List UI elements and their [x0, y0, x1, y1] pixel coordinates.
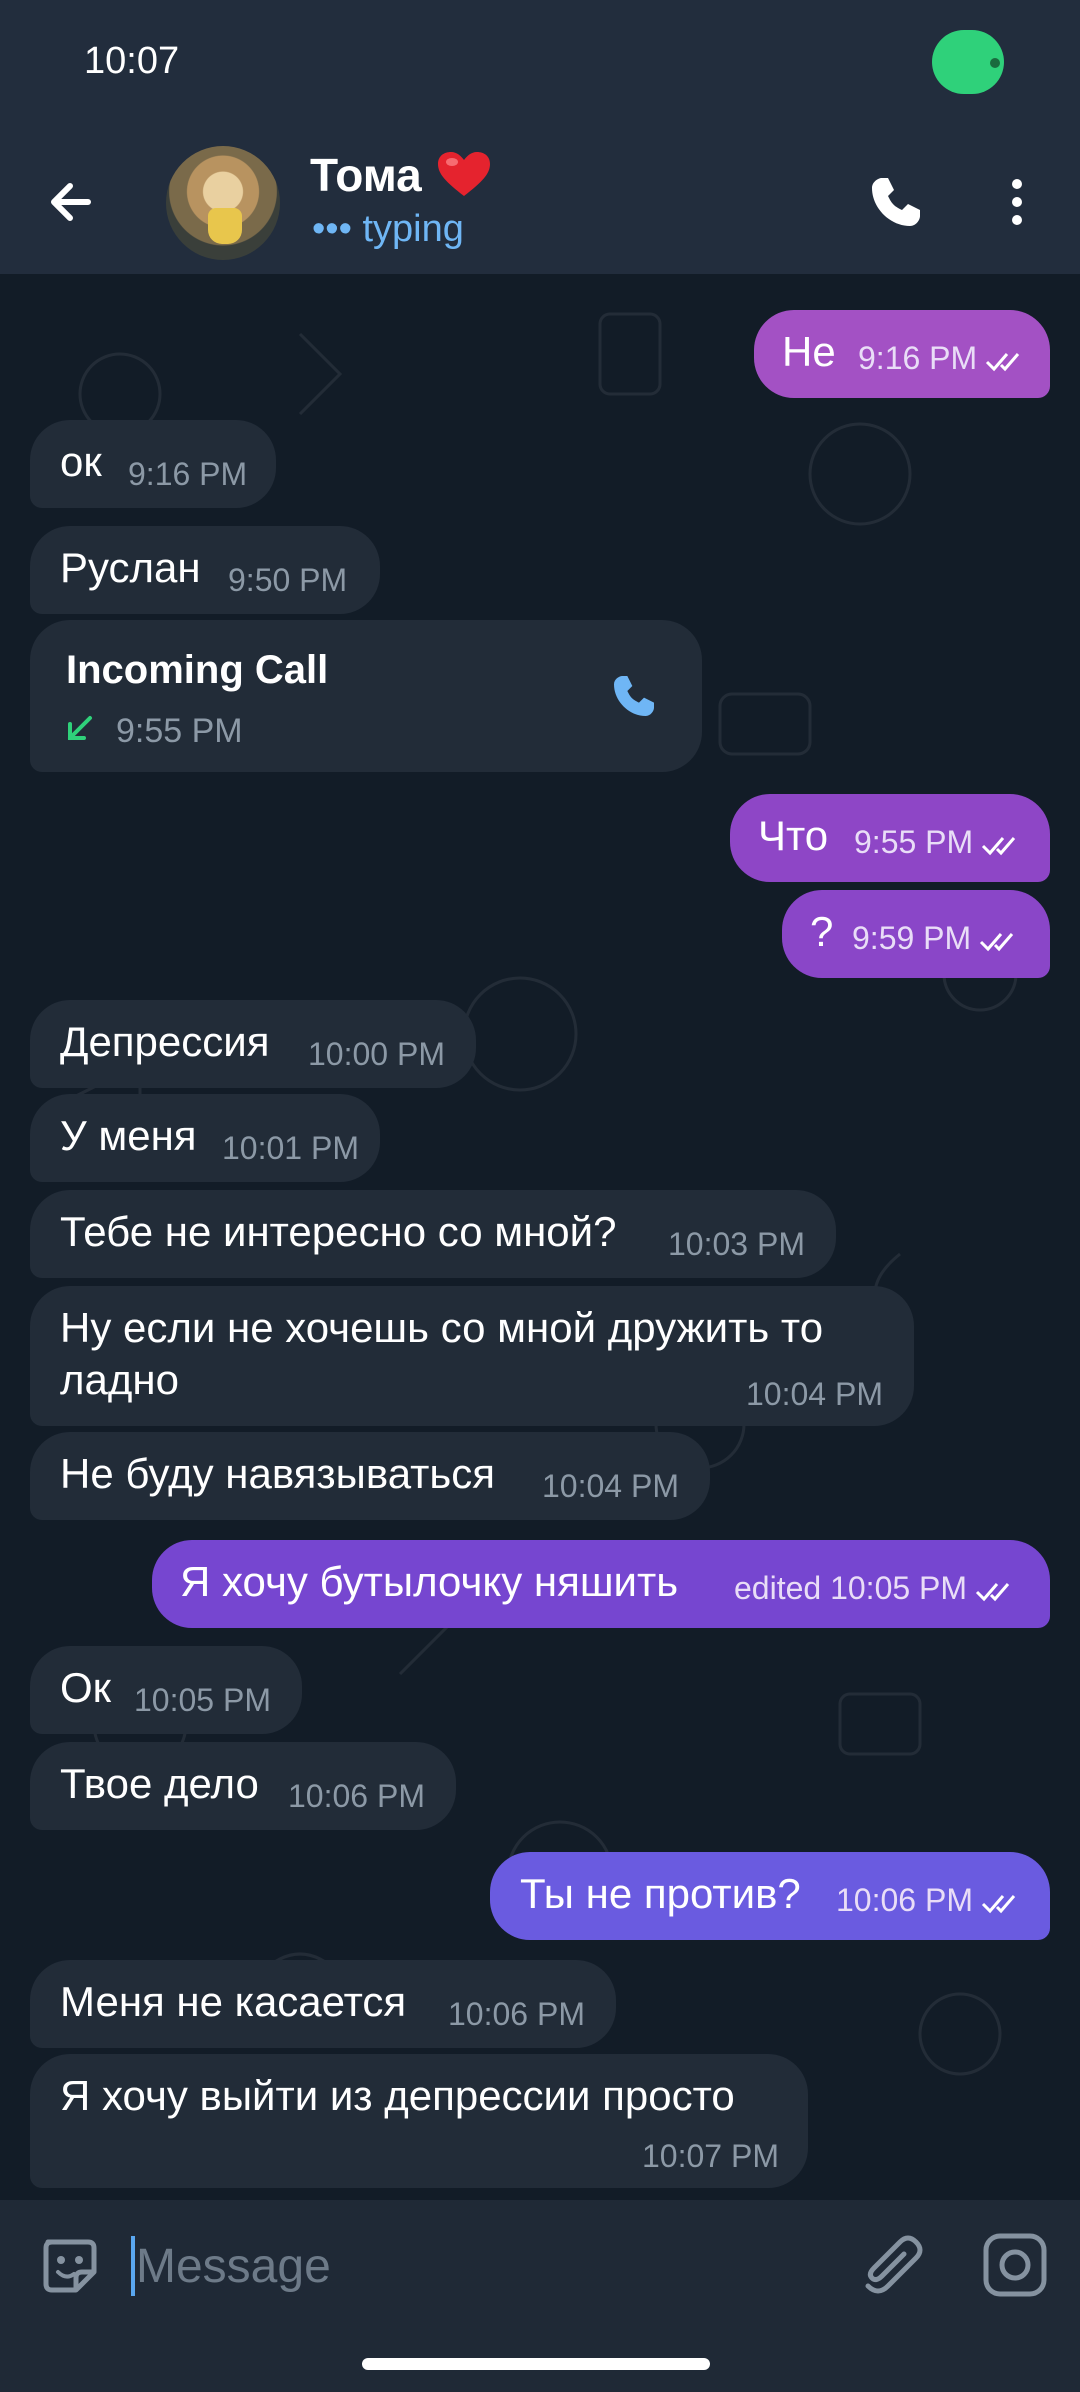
read-checkmarks-icon [980, 932, 1014, 951]
message-time: 10:06 PM [836, 1882, 973, 1918]
message-text: ? [810, 908, 834, 955]
message-time: 10:05 PM [134, 1682, 271, 1718]
attach-button[interactable] [856, 2230, 926, 2300]
avatar-figure [208, 208, 242, 244]
read-checkmarks-icon [986, 352, 1020, 371]
message-time: 10:04 PM [542, 1468, 679, 1504]
message-time: 9:55 PM [854, 824, 974, 860]
status-indicator [932, 30, 1004, 94]
message-bubble-incoming[interactable]: Ок 10:05 PM [30, 1646, 302, 1734]
message-bubble-incoming[interactable]: Депрессия 10:00 PM [30, 1000, 476, 1088]
phone-icon [872, 178, 920, 226]
message-bubble-outgoing[interactable]: ? 9:59 PM [782, 890, 1050, 978]
paperclip-icon [865, 2235, 923, 2294]
chat-area[interactable]: Не 9:16 PM ок 9:16 PM Руслан 9:50 PM Inc… [0, 274, 1080, 2200]
message-bubble-outgoing[interactable]: Ты не против? 10:06 PM [490, 1852, 1050, 1940]
message-time: 9:50 PM [228, 562, 348, 598]
message-time: edited 10:05 PM [734, 1570, 968, 1606]
message-text: Твое дело [60, 1760, 259, 1807]
message-bubble-incoming[interactable]: Тебе не интересно со мной? 10:03 PM [30, 1190, 836, 1278]
incoming-arrow-icon [68, 716, 92, 740]
message-meta: 9:16 PM [858, 340, 1029, 377]
call-back-button[interactable] [604, 666, 664, 726]
message-text: Не буду навязываться [60, 1450, 495, 1497]
message-bubble-incoming[interactable]: Меня не касается 10:06 PM [30, 1960, 616, 2048]
message-text-line1: Ну если не хочешь со мной дружить то [60, 1304, 824, 1351]
more-vertical-icon [1012, 179, 1022, 225]
message-bubble-outgoing[interactable]: Не 9:16 PM [754, 310, 1050, 398]
message-meta: edited 10:05 PM [734, 1570, 1019, 1607]
message-text-line2: ладно [60, 1356, 179, 1403]
message-time: 9:16 PM [858, 340, 978, 376]
message-time: 9:16 PM [128, 456, 248, 492]
call-title: Incoming Call [66, 648, 329, 692]
sticker-icon [43, 2239, 97, 2293]
message-text: Тебе не интересно со мной? [60, 1208, 617, 1255]
call-button[interactable] [860, 166, 932, 238]
emoji-button[interactable] [36, 2232, 104, 2300]
message-text: ок [60, 438, 102, 485]
message-text: У меня [60, 1112, 197, 1159]
more-options-button[interactable] [990, 166, 1044, 238]
message-text: Ты не против? [520, 1870, 801, 1917]
message-bubble-incoming[interactable]: У меня 10:01 PM [30, 1094, 380, 1182]
message-input-bar [0, 2200, 1080, 2330]
message-text: Не [782, 328, 836, 375]
chat-header: Тома ••• typing [0, 130, 1080, 274]
typing-dots-icon: ••• [312, 208, 363, 250]
message-time: 9:59 PM [852, 920, 972, 956]
message-text: Меня не касается [60, 1978, 407, 2025]
message-input[interactable] [136, 2226, 836, 2306]
call-time: 9:55 PM [116, 712, 243, 750]
message-meta: 10:06 PM [836, 1882, 1025, 1919]
message-bubble-incoming[interactable]: Не буду навязываться 10:04 PM [30, 1432, 710, 1520]
message-text: Я хочу выйти из депрессии просто [60, 2072, 735, 2119]
message-meta: 9:55 PM [854, 824, 1025, 861]
message-bubble-incoming[interactable]: Я хочу выйти из депрессии просто 10:07 P… [30, 2054, 808, 2188]
avatar[interactable] [166, 146, 280, 260]
status-bar: 10:07 [0, 0, 1080, 130]
text-caret [131, 2236, 135, 2296]
call-bubble-incoming[interactable]: Incoming Call 9:55 PM [30, 620, 702, 772]
message-text: Что [758, 812, 829, 859]
arrow-left-icon [51, 183, 91, 221]
message-bubble-outgoing[interactable]: Я хочу бутылочку няшить edited 10:05 PM [152, 1540, 1050, 1628]
message-meta: 9:59 PM [852, 920, 1023, 957]
message-time: 10:06 PM [448, 1996, 585, 2032]
contact-name[interactable]: Тома [310, 148, 422, 202]
camera-button[interactable] [980, 2230, 1050, 2300]
phone-icon [614, 676, 654, 716]
typing-label: typing [362, 208, 464, 250]
read-checkmarks-icon [975, 1582, 1010, 1601]
message-bubble-incoming[interactable]: ок 9:16 PM [30, 420, 276, 508]
message-time: 10:00 PM [308, 1036, 445, 1072]
status-time: 10:07 [84, 40, 180, 82]
camera-icon [983, 2233, 1047, 2297]
message-time: 10:04 PM [746, 1376, 883, 1412]
message-text: Депрессия [60, 1018, 270, 1065]
home-indicator[interactable] [362, 2358, 710, 2370]
message-bubble-incoming[interactable]: Ну если не хочешь со мной дружить то лад… [30, 1286, 914, 1426]
back-button[interactable] [36, 166, 108, 238]
heart-icon [438, 152, 490, 196]
message-time: 10:03 PM [668, 1226, 805, 1262]
message-text: Я хочу бутылочку няшить [180, 1558, 679, 1605]
message-text: Ок [60, 1664, 112, 1711]
read-checkmarks-icon [981, 1894, 1016, 1913]
message-time: 10:07 PM [642, 2138, 779, 2174]
message-text: Руслан [60, 544, 201, 591]
message-time: 10:06 PM [288, 1778, 425, 1814]
read-checkmarks-icon [982, 836, 1016, 855]
message-time: 10:01 PM [222, 1130, 359, 1166]
message-bubble-incoming[interactable]: Твое дело 10:06 PM [30, 1742, 456, 1830]
message-bubble-outgoing[interactable]: Что 9:55 PM [730, 794, 1050, 882]
message-bubble-incoming[interactable]: Руслан 9:50 PM [30, 526, 380, 614]
system-nav-bar [0, 2330, 1080, 2392]
typing-status: ••• typing [312, 208, 464, 251]
